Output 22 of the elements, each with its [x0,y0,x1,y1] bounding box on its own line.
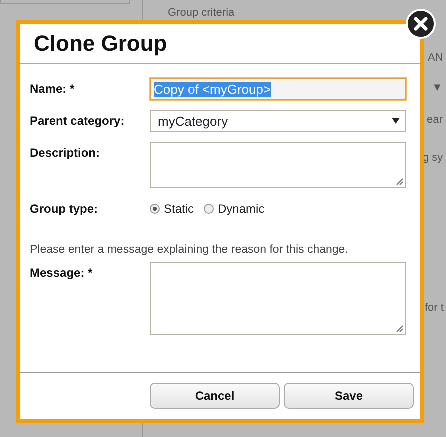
background-text: ear [427,114,443,126]
resize-grip-icon [396,178,404,186]
field-label: Description: [30,145,102,160]
field-label: Group type: [30,201,99,216]
text-area[interactable] [150,142,406,188]
background-text: AN [428,52,444,64]
fieldset-legend: Group criteria [168,7,235,19]
resize-grip-icon [396,325,404,333]
instruction-text: Please enter a message explaining the reason for this change. [30,244,350,256]
field-label: Parent category: [30,113,126,128]
radio-option[interactable]: Dynamic [204,202,265,216]
cancel-button[interactable]: Cancel [150,383,280,409]
close-icon[interactable] [406,9,436,39]
category-dropdown[interactable]: myCategory [150,110,406,132]
text-area[interactable] [150,262,406,335]
radio-option[interactable]: Static [150,202,194,216]
background-text: for t [425,302,444,314]
field-label: Message: * [30,265,94,280]
caret-icon [392,118,400,124]
field-label: Name: * [30,81,76,96]
save-button[interactable]: Save [284,383,414,409]
background-text: ▼ [432,82,443,94]
